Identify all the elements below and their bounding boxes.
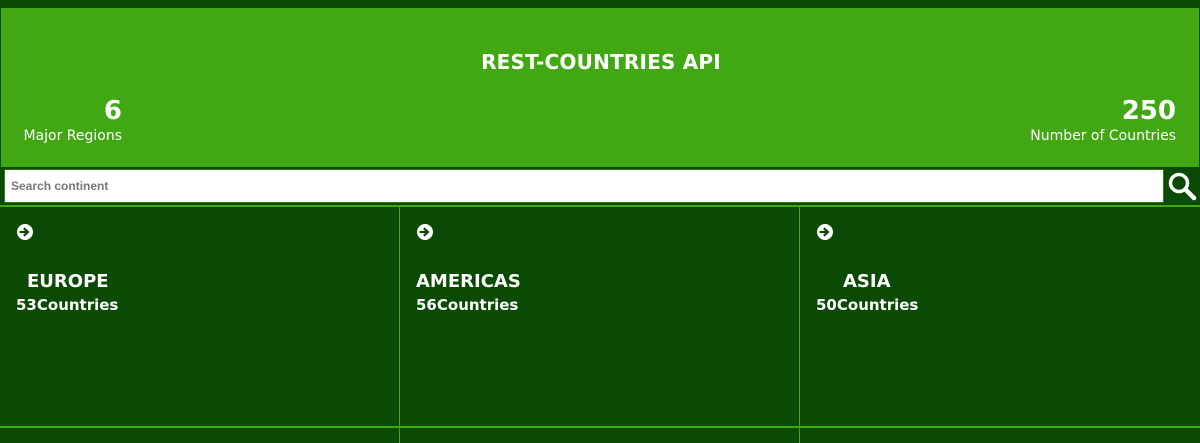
page-title: REST-COUNTRIES API <box>481 50 721 74</box>
region-country-count: 50Countries <box>816 296 919 314</box>
search-bar <box>0 167 1200 205</box>
regions-grid: EUROPE 53Countries AMERICAS 56Countries … <box>0 205 1200 443</box>
search-button[interactable] <box>1164 167 1200 205</box>
region-card-europe[interactable]: EUROPE 53Countries <box>0 207 400 427</box>
regions-stat: 6 Major Regions <box>1 96 122 146</box>
regions-count: 6 <box>103 96 122 126</box>
top-strip <box>0 0 1200 8</box>
region-country-count: 56Countries <box>416 296 519 314</box>
search-input[interactable] <box>4 169 1164 203</box>
region-card-americas[interactable]: AMERICAS 56Countries <box>400 207 800 427</box>
regions-label: Major Regions <box>23 128 122 144</box>
region-card-asia[interactable]: ASIA 50Countries <box>800 207 1200 427</box>
countries-count: 250 <box>1121 96 1176 126</box>
region-country-count: 53Countries <box>16 296 119 314</box>
page-header: REST-COUNTRIES API 6 Major Regions 250 N… <box>0 8 1200 167</box>
arrow-circle-right-icon <box>817 224 833 240</box>
region-name: EUROPE <box>27 271 109 292</box>
region-name: ASIA <box>843 271 891 292</box>
countries-label: Number of Countries <box>1030 128 1176 144</box>
region-name: AMERICAS <box>416 271 521 292</box>
search-icon <box>1168 172 1197 201</box>
arrow-circle-right-icon <box>417 224 433 240</box>
countries-stat: 250 Number of Countries <box>976 96 1176 146</box>
arrow-circle-right-icon <box>17 224 33 240</box>
